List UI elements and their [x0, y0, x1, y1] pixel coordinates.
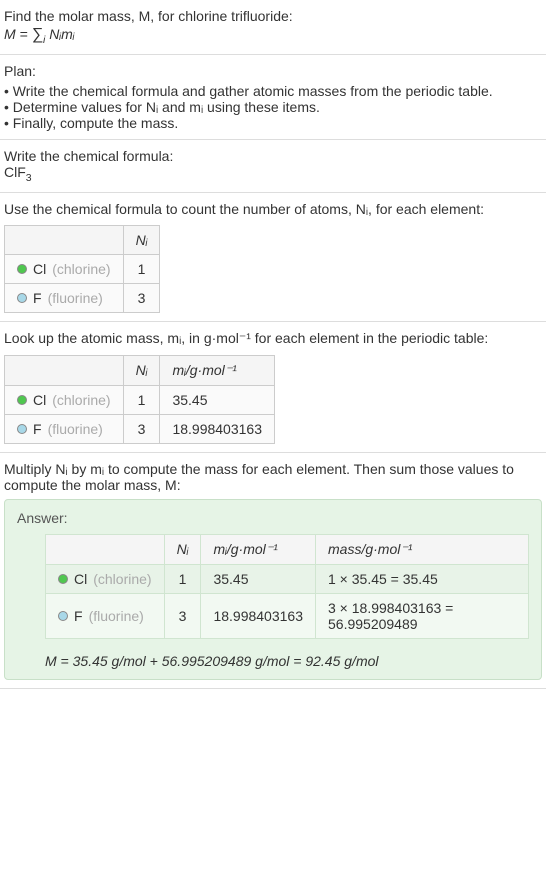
table-header-row: Nᵢ: [5, 225, 160, 254]
ni-header: Nᵢ: [164, 534, 201, 564]
intro-section: Find the molar mass, M, for chlorine tri…: [0, 0, 546, 55]
sum-symbol: ∑: [32, 26, 43, 43]
element-name: (chlorine): [93, 571, 151, 587]
mass-header: mass/g·mol⁻¹: [316, 534, 529, 564]
element-symbol: F: [33, 290, 42, 306]
element-dot-icon: [17, 293, 27, 303]
ni-value: 1: [123, 254, 160, 283]
plan-list: Write the chemical formula and gather at…: [4, 83, 542, 131]
mi-value: 35.45: [201, 564, 316, 593]
ni-value: 3: [123, 414, 160, 443]
empty-header: [5, 225, 124, 254]
element-symbol: F: [33, 421, 42, 437]
ni-value: 1: [123, 385, 160, 414]
table-row: F (fluorine) 3: [5, 283, 160, 312]
empty-header: [5, 355, 124, 385]
count-table: Nᵢ Cl (chlorine) 1 F (fluorine) 3: [4, 225, 160, 313]
element-symbol: Cl: [33, 261, 46, 277]
element-cell: Cl (chlorine): [46, 564, 165, 593]
element-dot-icon: [17, 395, 27, 405]
element-cell: F (fluorine): [5, 283, 124, 312]
table-row: Cl (chlorine) 1: [5, 254, 160, 283]
element-dot-icon: [58, 574, 68, 584]
element-cell: F (fluorine): [46, 593, 165, 638]
mi-header: mᵢ/g·mol⁻¹: [160, 355, 275, 385]
mass-value: 1 × 35.45 = 35.45: [316, 564, 529, 593]
mi-value: 35.45: [160, 385, 275, 414]
plan-item: Write the chemical formula and gather at…: [4, 83, 542, 99]
formula-base: ClF: [4, 164, 26, 180]
element-name: (fluorine): [89, 608, 144, 624]
plan-item: Determine values for Nᵢ and mᵢ using the…: [4, 99, 542, 115]
chemical-formula-heading: Write the chemical formula:: [4, 148, 542, 164]
mi-header: mᵢ/g·mol⁻¹: [201, 534, 316, 564]
element-name: (fluorine): [48, 290, 103, 306]
element-cell: Cl (chlorine): [5, 385, 124, 414]
mass-value: 3 × 18.998403163 = 56.995209489: [316, 593, 529, 638]
answer-box: Answer: Nᵢ mᵢ/g·mol⁻¹ mass/g·mol⁻¹ Cl (c…: [4, 499, 542, 680]
plan-item: Finally, compute the mass.: [4, 115, 542, 131]
element-dot-icon: [17, 424, 27, 434]
intro-prompt: Find the molar mass, M, for chlorine tri…: [4, 8, 542, 24]
multiply-heading: Multiply Nᵢ by mᵢ to compute the mass fo…: [4, 461, 542, 493]
mass-table: Nᵢ mᵢ/g·mol⁻¹ Cl (chlorine) 1 35.45 F (f…: [4, 355, 275, 444]
chemical-formula-section: Write the chemical formula: ClF3: [0, 140, 546, 193]
element-name: (chlorine): [52, 261, 110, 277]
plan-heading: Plan:: [4, 63, 542, 79]
ni-value: 1: [164, 564, 201, 593]
mi-value: 18.998403163: [201, 593, 316, 638]
element-name: (chlorine): [52, 392, 110, 408]
element-dot-icon: [17, 264, 27, 274]
table-row: Cl (chlorine) 1 35.45: [5, 385, 275, 414]
table-row: Cl (chlorine) 1 35.45 1 × 35.45 = 35.45: [46, 564, 529, 593]
count-heading: Use the chemical formula to count the nu…: [4, 201, 542, 217]
plan-section: Plan: Write the chemical formula and gat…: [0, 55, 546, 140]
ni-value: 3: [123, 283, 160, 312]
element-symbol: Cl: [33, 392, 46, 408]
count-section: Use the chemical formula to count the nu…: [0, 193, 546, 322]
table-header-row: Nᵢ mᵢ/g·mol⁻¹: [5, 355, 275, 385]
mi-value: 18.998403163: [160, 414, 275, 443]
chemical-formula: ClF3: [4, 164, 542, 184]
formula-rhs: Nᵢmᵢ: [45, 26, 74, 42]
table-row: F (fluorine) 3 18.998403163 3 × 18.99840…: [46, 593, 529, 638]
answer-label: Answer:: [17, 510, 529, 526]
ni-header: Nᵢ: [123, 355, 160, 385]
element-dot-icon: [58, 611, 68, 621]
ni-header: Nᵢ: [123, 225, 160, 254]
mass-heading: Look up the atomic mass, mᵢ, in g·mol⁻¹ …: [4, 330, 542, 347]
multiply-section: Multiply Nᵢ by mᵢ to compute the mass fo…: [0, 453, 546, 689]
element-symbol: Cl: [74, 571, 87, 587]
empty-header: [46, 534, 165, 564]
element-symbol: F: [74, 608, 83, 624]
table-header-row: Nᵢ mᵢ/g·mol⁻¹ mass/g·mol⁻¹: [46, 534, 529, 564]
answer-table: Nᵢ mᵢ/g·mol⁻¹ mass/g·mol⁻¹ Cl (chlorine)…: [45, 534, 529, 639]
formula-subscript: 3: [26, 172, 32, 184]
final-formula: M = 35.45 g/mol + 56.995209489 g/mol = 9…: [45, 653, 529, 669]
formula-lhs: M =: [4, 26, 32, 42]
element-cell: F (fluorine): [5, 414, 124, 443]
intro-formula: M = ∑i Nᵢmᵢ: [4, 26, 542, 46]
mass-section: Look up the atomic mass, mᵢ, in g·mol⁻¹ …: [0, 322, 546, 453]
element-cell: Cl (chlorine): [5, 254, 124, 283]
ni-value: 3: [164, 593, 201, 638]
element-name: (fluorine): [48, 421, 103, 437]
table-row: F (fluorine) 3 18.998403163: [5, 414, 275, 443]
